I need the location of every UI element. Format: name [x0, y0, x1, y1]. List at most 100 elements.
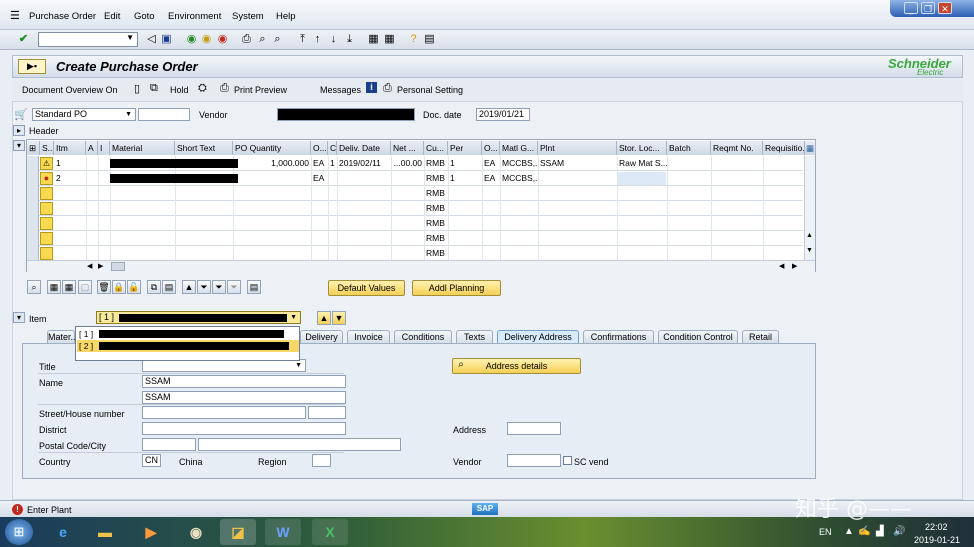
house-number-field[interactable] — [308, 406, 346, 419]
cell-itm[interactable]: 1 — [54, 156, 86, 171]
cell-itm[interactable] — [54, 231, 86, 246]
print-icon[interactable]: ⎙ — [240, 33, 253, 46]
cell-oun[interactable] — [482, 246, 500, 261]
col-header[interactable]: Material — [110, 141, 175, 155]
cell-net[interactable] — [391, 186, 424, 201]
cell-itm[interactable] — [54, 216, 86, 231]
col-header[interactable]: Batch — [667, 141, 711, 155]
col-header[interactable]: S.. — [40, 141, 54, 155]
name1-field[interactable]: SSAM — [142, 375, 346, 388]
cell-sloc[interactable]: Raw Mat S... — [617, 156, 667, 171]
focused-cell[interactable] — [618, 172, 666, 185]
col-header[interactable]: Cu... — [424, 141, 448, 155]
other-po-icon[interactable]: ⧉ — [150, 82, 158, 95]
file-explorer-icon[interactable]: ▬ — [87, 519, 123, 545]
name2-field[interactable]: SSAM — [142, 391, 346, 404]
cell-c[interactable] — [328, 171, 337, 186]
chevron-up-icon[interactable]: ▲ — [844, 526, 854, 537]
address-details-button[interactable]: ⌕ Address details — [452, 358, 581, 374]
cell-per[interactable] — [448, 246, 482, 261]
col-header[interactable]: Plnt — [538, 141, 617, 155]
cell-sloc[interactable] — [617, 186, 667, 201]
back-arrow-icon[interactable]: ◁ — [145, 33, 158, 46]
cell-matlg[interactable] — [500, 186, 538, 201]
cell-plnt[interactable] — [538, 231, 617, 246]
dropdown-option[interactable]: [ 1 ] — [77, 328, 299, 340]
ie-icon[interactable]: e — [45, 519, 81, 545]
cell-cur[interactable]: RMB — [424, 216, 448, 231]
region-field[interactable] — [312, 454, 331, 467]
volume-icon[interactable]: 🔊 — [893, 526, 905, 537]
back-icon[interactable]: ◉ — [185, 33, 198, 46]
cell-cur[interactable]: RMB — [424, 231, 448, 246]
cell-itm[interactable]: 2 — [54, 171, 86, 186]
cell-net[interactable] — [391, 231, 424, 246]
vendor-addr-field[interactable] — [507, 454, 561, 467]
filter-set-icon[interactable]: ⏷ — [212, 280, 226, 294]
cell-plnt[interactable] — [538, 246, 617, 261]
chrome-icon[interactable]: ◉ — [178, 519, 214, 545]
menu-purchase-order[interactable]: Purchase Order — [29, 11, 96, 22]
street-field[interactable] — [142, 406, 306, 419]
details-icon[interactable]: ⌕ — [27, 280, 41, 294]
cell-plnt[interactable]: SSAM — [538, 156, 617, 171]
cell-c[interactable] — [328, 231, 337, 246]
scroll-right-icon[interactable]: ▶ — [98, 262, 103, 270]
cell-itm[interactable] — [54, 186, 86, 201]
cancel-icon[interactable]: ◉ — [216, 33, 229, 46]
cell-sloc[interactable] — [617, 201, 667, 216]
col-header[interactable]: Deliv. Date — [337, 141, 391, 155]
horizontal-scrollbar[interactable]: ◀ ▶ ◀ ▶ — [27, 260, 815, 272]
cell-qty[interactable] — [233, 246, 311, 261]
cell-per[interactable]: 1 — [448, 156, 482, 171]
next-page-icon[interactable]: ↓ — [327, 33, 340, 46]
tab-retail[interactable]: Retail — [742, 330, 779, 343]
col-header[interactable]: Per — [448, 141, 482, 155]
export-icon[interactable]: ▤ — [247, 280, 261, 294]
cell-plnt[interactable] — [538, 216, 617, 231]
cell-matlg[interactable] — [500, 216, 538, 231]
paste-icon[interactable]: ▤ — [162, 280, 176, 294]
deselect-all-icon[interactable]: ▦ — [62, 280, 76, 294]
personal-setting-icon[interactable]: ⎙ — [383, 82, 392, 95]
cell-plnt[interactable] — [538, 171, 617, 186]
cell-plnt[interactable] — [538, 201, 617, 216]
signal-icon[interactable]: ▟ — [876, 526, 884, 537]
doc-number-field[interactable] — [138, 108, 190, 121]
cell-c[interactable] — [328, 216, 337, 231]
cell-c[interactable] — [328, 186, 337, 201]
sc-vend-checkbox[interactable] — [563, 456, 572, 465]
cell-oun[interactable]: EA — [482, 171, 500, 186]
check-icon[interactable]: ⛭ — [198, 82, 207, 95]
column-settings-icon[interactable]: ▦ — [805, 141, 816, 155]
col-header[interactable]: Net ... — [391, 141, 424, 155]
sap-logon-icon[interactable]: ◪ — [220, 519, 256, 545]
collapse-items-icon[interactable]: ▾ — [13, 140, 25, 151]
print-preview-icon[interactable]: ⎙ — [220, 82, 229, 95]
select-all-icon[interactable]: ▦ — [47, 280, 61, 294]
cell-cur[interactable]: RMB — [424, 201, 448, 216]
clock-date[interactable]: 2019-01-21 — [914, 535, 960, 545]
col-header[interactable]: Matl G... — [500, 141, 538, 155]
doc-date-field[interactable]: 2019/01/21 — [476, 108, 530, 121]
scroll-right-end-icon[interactable]: ▶ — [792, 262, 797, 270]
cell-unit[interactable] — [311, 246, 328, 261]
grid-corner[interactable]: ⊞ — [27, 141, 40, 155]
menu-goto[interactable]: Goto — [134, 11, 155, 22]
cell-date[interactable]: 2019/02/11 — [337, 156, 391, 171]
cell-per[interactable] — [448, 216, 482, 231]
start-button-icon[interactable]: ⊞ — [5, 519, 33, 545]
col-header[interactable]: O... — [482, 141, 500, 155]
cell-c[interactable] — [328, 246, 337, 261]
tab-condition-control[interactable]: Condition Control — [658, 330, 738, 343]
country-field[interactable]: CN — [142, 454, 161, 467]
cell-sloc[interactable] — [617, 231, 667, 246]
scroll-up-icon[interactable]: ▲ — [806, 232, 813, 239]
row-selector[interactable] — [27, 186, 39, 201]
row-selector[interactable] — [27, 201, 39, 216]
cell-matlg[interactable] — [500, 246, 538, 261]
block-icon[interactable]: 🔒 — [112, 280, 126, 294]
previous-page-icon[interactable]: ↑ — [311, 33, 324, 46]
cell-date[interactable] — [337, 201, 391, 216]
filter-icon[interactable]: ⏷ — [197, 280, 211, 294]
